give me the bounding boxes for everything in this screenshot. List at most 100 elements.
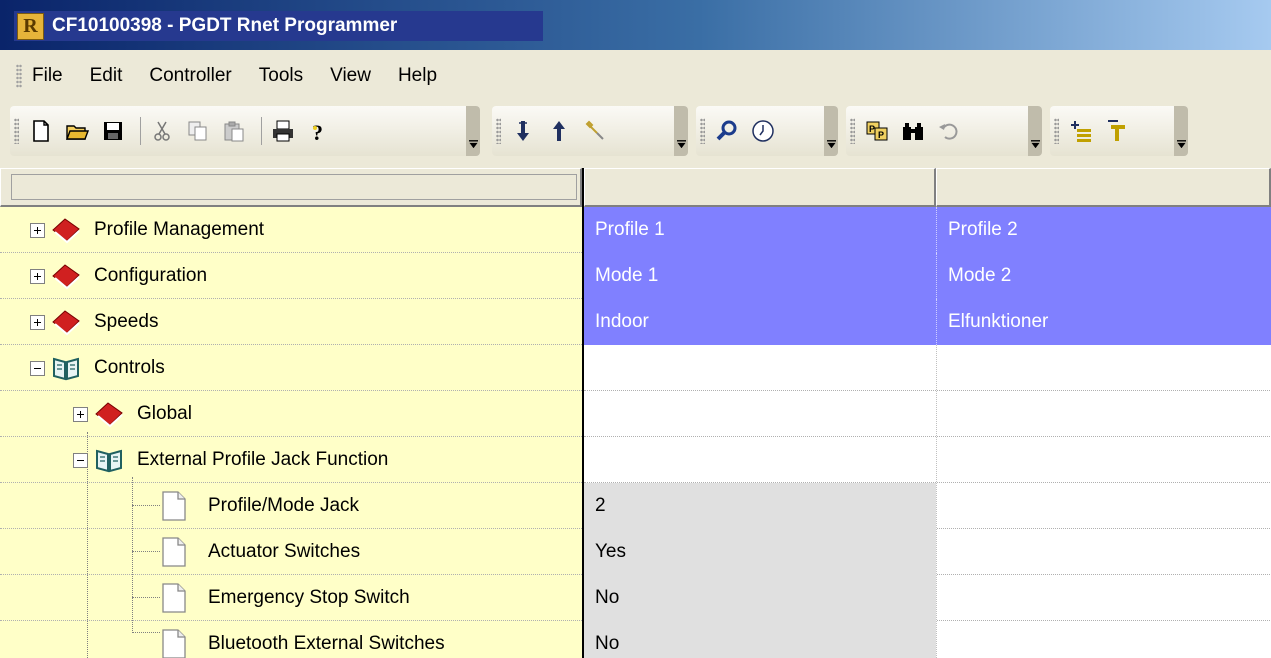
tree-row[interactable]: Emergency Stop Switch <box>0 575 582 621</box>
help-icon[interactable]: ? <box>304 116 334 146</box>
value-cell-profile-2[interactable]: Profile 2 <box>936 207 1271 253</box>
svg-text:P: P <box>878 130 884 140</box>
value-cell-bluetooth-external-switches[interactable]: No <box>584 621 936 658</box>
table-row: Mode 1 Mode 2 <box>584 253 1271 299</box>
document-icon <box>162 491 186 521</box>
value-cell-speed-1[interactable]: Indoor <box>584 299 936 345</box>
download-icon[interactable] <box>508 116 538 146</box>
value-cell-empty <box>584 437 936 483</box>
tree-row[interactable]: Configuration <box>0 253 582 299</box>
expand-plus-icon[interactable] <box>30 222 45 238</box>
value-cell-speed-2[interactable]: Elfunktioner <box>936 299 1271 345</box>
tree-node-profile-management[interactable]: Profile Management <box>30 207 264 253</box>
tree-row[interactable]: Global <box>0 391 582 437</box>
toolbar-overflow-chevron-icon[interactable] <box>674 106 688 156</box>
clock-icon[interactable] <box>748 116 778 146</box>
tree-node-speeds[interactable]: Speeds <box>30 299 158 345</box>
copy-icon[interactable] <box>183 116 213 146</box>
save-icon[interactable] <box>98 116 128 146</box>
menu-tools[interactable]: Tools <box>259 65 303 87</box>
collapse-minus-icon[interactable] <box>30 360 45 376</box>
tree-node-configuration[interactable]: Configuration <box>30 253 207 299</box>
tree-node-external-profile-jack-function[interactable]: External Profile Jack Function <box>73 437 388 483</box>
grid-header <box>0 168 1271 207</box>
tree-leaf-emergency-stop-switch[interactable]: Emergency Stop Switch <box>160 575 410 621</box>
tree-node-label: Global <box>137 403 192 424</box>
table-row: No <box>584 575 1271 621</box>
toolbar-overflow-chevron-icon[interactable] <box>466 106 480 156</box>
tree-leaf-bluetooth-external-switches[interactable]: Bluetooth External Switches <box>160 621 445 658</box>
table-row: No <box>584 621 1271 658</box>
tree-row[interactable]: Speeds <box>0 299 582 345</box>
filter-icon[interactable] <box>1102 116 1132 146</box>
tree-row[interactable]: Bluetooth External Switches <box>0 621 582 658</box>
expand-plus-icon[interactable] <box>30 314 45 330</box>
toolbar-grip[interactable] <box>496 118 501 144</box>
tree-column-header-inner <box>11 174 577 200</box>
menu-grip-handle[interactable] <box>16 64 22 88</box>
toolbar-grip[interactable] <box>1054 118 1059 144</box>
value-cell-empty <box>936 391 1271 437</box>
document-icon <box>162 583 186 613</box>
tree-row[interactable]: Profile Management <box>0 207 582 253</box>
search-tool-icon[interactable] <box>712 116 742 146</box>
menu-edit[interactable]: Edit <box>90 65 123 87</box>
wrench-connect-icon[interactable] <box>580 116 610 146</box>
value-cell-profile-mode-jack[interactable]: 2 <box>584 483 936 529</box>
expand-plus-icon[interactable] <box>30 268 45 284</box>
tree-node-global[interactable]: Global <box>73 391 192 437</box>
value-cell-mode-1[interactable]: Mode 1 <box>584 253 936 299</box>
settings-tree: Profile Management Configuration Speeds … <box>0 207 582 658</box>
value-cell-profile-1[interactable]: Profile 1 <box>584 207 936 253</box>
binoculars-icon[interactable] <box>898 116 928 146</box>
closed-book-icon <box>52 310 80 336</box>
value-cell-empty <box>936 483 1271 529</box>
value-cell-empty <box>584 345 936 391</box>
table-row: 2 <box>584 483 1271 529</box>
tree-leaf-actuator-switches[interactable]: Actuator Switches <box>160 529 360 575</box>
value-cell-mode-2[interactable]: Mode 2 <box>936 253 1271 299</box>
menu-view[interactable]: View <box>330 65 371 87</box>
toolbar-overflow-chevron-icon[interactable] <box>1174 106 1188 156</box>
insert-row-icon[interactable] <box>1066 116 1096 146</box>
toolbar-separator <box>261 117 262 145</box>
menu-controller[interactable]: Controller <box>149 65 231 87</box>
menu-bar: File Edit Controller Tools View Help <box>0 50 1271 102</box>
column-header-2[interactable] <box>936 168 1271 207</box>
value-cell-actuator-switches[interactable]: Yes <box>584 529 936 575</box>
collapse-minus-icon[interactable] <box>73 452 88 468</box>
tree-node-label: Emergency Stop Switch <box>208 587 410 608</box>
profile-icon[interactable]: PP <box>862 116 892 146</box>
toolbar-overflow-chevron-icon[interactable] <box>1028 106 1042 156</box>
value-cell-emergency-stop-switch[interactable]: No <box>584 575 936 621</box>
cut-icon[interactable] <box>147 116 177 146</box>
tree-node-controls[interactable]: Controls <box>30 345 165 391</box>
values-grid: Profile 1 Profile 2 Mode 1 Mode 2 Indoor… <box>584 207 1271 658</box>
closed-book-icon <box>52 264 80 290</box>
paste-icon[interactable] <box>219 116 249 146</box>
toolbar-grip[interactable] <box>14 118 19 144</box>
menu-help[interactable]: Help <box>398 65 437 87</box>
toolbar-group-edit: PP <box>846 106 1042 156</box>
tree-row[interactable]: Controls <box>0 345 582 391</box>
toolbar-overflow-chevron-icon[interactable] <box>824 106 838 156</box>
upload-icon[interactable] <box>544 116 574 146</box>
column-header-1[interactable] <box>584 168 936 207</box>
toolbar-grip[interactable] <box>850 118 855 144</box>
open-icon[interactable] <box>62 116 92 146</box>
print-icon[interactable] <box>268 116 298 146</box>
document-icon <box>162 537 186 567</box>
menu-file[interactable]: File <box>32 65 63 87</box>
tree-row[interactable]: Actuator Switches <box>0 529 582 575</box>
new-icon[interactable] <box>26 116 56 146</box>
undo-icon[interactable] <box>934 116 964 146</box>
toolbar-separator <box>140 117 141 145</box>
tree-row[interactable]: External Profile Jack Function <box>0 437 582 483</box>
toolbar-grip[interactable] <box>700 118 705 144</box>
tree-leaf-profile-mode-jack[interactable]: Profile/Mode Jack <box>160 483 359 529</box>
tree-row[interactable]: Profile/Mode Jack <box>0 483 582 529</box>
value-cell-empty <box>936 575 1271 621</box>
open-book-icon <box>96 449 122 473</box>
tree-column-header[interactable] <box>0 168 582 207</box>
expand-plus-icon[interactable] <box>73 406 88 422</box>
